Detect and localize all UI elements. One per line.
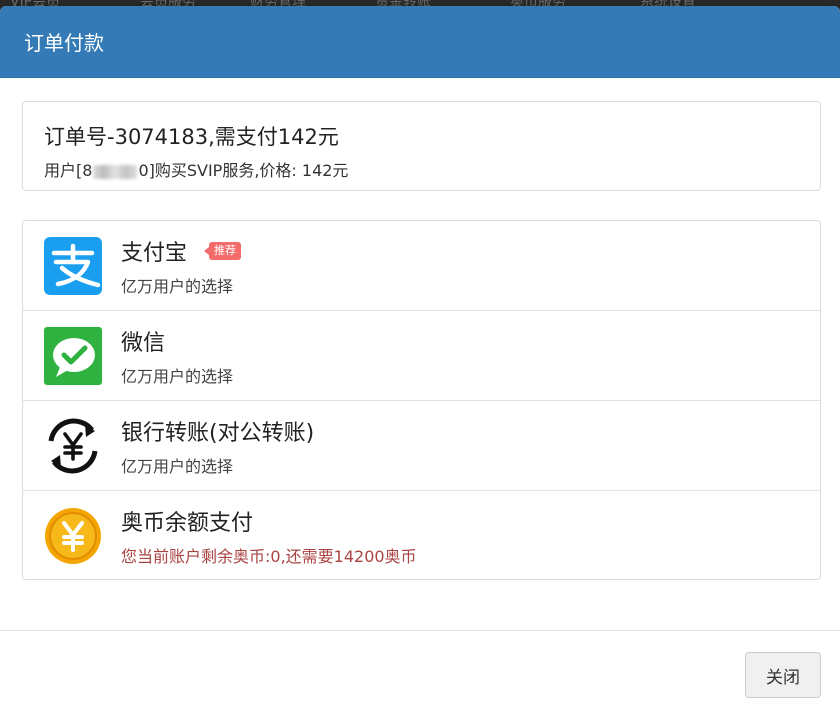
order-title: 订单号-3074183,需支付142元 bbox=[44, 125, 339, 149]
payment-name: 支付宝 bbox=[121, 241, 188, 266]
recommended-badge: 推荐 bbox=[204, 242, 241, 260]
order-desc-suffix: 0]购买SVIP服务,价格: 142元 bbox=[138, 161, 349, 180]
payment-subtitle: 亿万用户的选择 bbox=[121, 277, 234, 296]
alipay-icon bbox=[44, 237, 102, 295]
order-description: 用户[8 0]购买SVIP服务,价格: 142元 bbox=[44, 157, 348, 181]
payment-subtitle: 亿万用户的选择 bbox=[121, 367, 234, 386]
payment-name: 微信 bbox=[121, 331, 166, 356]
modal-footer: 关闭 bbox=[0, 630, 840, 723]
payment-name: 银行转账(对公转账) bbox=[121, 421, 315, 446]
modal-title: 订单付款 bbox=[24, 31, 104, 55]
wechat-icon bbox=[44, 327, 102, 385]
order-info-panel: 订单号-3074183,需支付142元 用户[8 0]购买SVIP服务,价格: 1… bbox=[22, 101, 821, 191]
modal-header: 订单付款 bbox=[0, 6, 840, 78]
payment-option-bank-transfer[interactable]: 银行转账(对公转账) 亿万用户的选择 bbox=[23, 401, 820, 491]
bank-transfer-icon bbox=[48, 418, 98, 474]
order-desc-prefix: 用户[8 bbox=[44, 161, 93, 180]
close-button[interactable]: 关闭 bbox=[745, 652, 821, 698]
payment-name: 奥币余额支付 bbox=[121, 511, 254, 536]
payment-option-wechat[interactable]: 微信 亿万用户的选择 bbox=[23, 311, 820, 401]
payment-option-coin-balance[interactable]: 奥币余额支付 您当前账户剩余奥币:0,还需要14200奥币 bbox=[23, 491, 820, 581]
redacted-user-id bbox=[93, 164, 138, 179]
payment-option-alipay[interactable]: 支付宝 推荐 亿万用户的选择 bbox=[23, 221, 820, 311]
payment-method-list: 支付宝 推荐 亿万用户的选择 微信 亿万用户的选择 银行转账(对公转账) 亿万用… bbox=[22, 220, 821, 580]
payment-modal: 订单付款 订单号-3074183,需支付142元 用户[8 0]购买SVIP服务,… bbox=[0, 6, 840, 723]
coin-icon bbox=[45, 508, 101, 564]
payment-subtitle-warning: 您当前账户剩余奥币:0,还需要14200奥币 bbox=[121, 547, 417, 566]
payment-subtitle: 亿万用户的选择 bbox=[121, 457, 234, 476]
